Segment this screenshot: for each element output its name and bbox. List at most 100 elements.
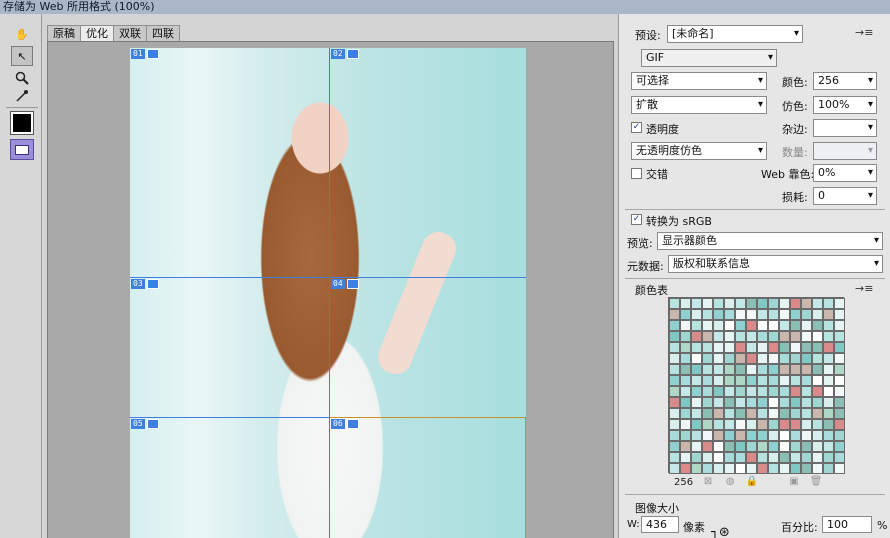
tab-original[interactable]: 原稿	[47, 25, 81, 41]
toggle-slice-visibility-button[interactable]	[10, 139, 34, 160]
color-swatch[interactable]	[779, 342, 790, 353]
color-swatch[interactable]	[735, 309, 746, 320]
color-swatch[interactable]	[757, 408, 768, 419]
color-swatch[interactable]	[812, 419, 823, 430]
color-swatch[interactable]	[779, 397, 790, 408]
color-swatch[interactable]	[834, 452, 845, 463]
color-swatch[interactable]	[768, 430, 779, 441]
color-swatch[interactable]	[790, 463, 801, 474]
color-swatch[interactable]	[669, 419, 680, 430]
color-swatch[interactable]	[801, 298, 812, 309]
color-swatch[interactable]	[768, 353, 779, 364]
color-swatch[interactable]	[735, 441, 746, 452]
color-swatch[interactable]	[812, 408, 823, 419]
color-swatch[interactable]	[812, 375, 823, 386]
color-swatch[interactable]	[812, 386, 823, 397]
color-swatch[interactable]	[746, 353, 757, 364]
color-swatch[interactable]	[801, 463, 812, 474]
color-swatch[interactable]	[724, 309, 735, 320]
color-swatch[interactable]	[757, 375, 768, 386]
color-swatch[interactable]	[812, 320, 823, 331]
convert-srgb-checkbox[interactable]	[631, 214, 642, 225]
metadata-dropdown[interactable]: 版权和联系信息	[668, 255, 883, 273]
color-swatch[interactable]	[834, 430, 845, 441]
color-swatch[interactable]	[834, 320, 845, 331]
web-shift-icon[interactable]: ◍	[723, 476, 737, 488]
color-swatch[interactable]	[801, 353, 812, 364]
color-swatch[interactable]	[669, 452, 680, 463]
lossy-dropdown[interactable]: 0	[813, 187, 877, 205]
color-swatch[interactable]	[746, 463, 757, 474]
color-swatch[interactable]	[735, 386, 746, 397]
color-swatch[interactable]	[779, 375, 790, 386]
color-swatch[interactable]	[757, 397, 768, 408]
dither-algorithm-dropdown[interactable]: 扩散	[631, 96, 767, 114]
color-swatch[interactable]	[790, 320, 801, 331]
percent-input[interactable]: 100	[822, 516, 872, 533]
format-dropdown[interactable]: GIF	[641, 49, 777, 67]
color-swatch[interactable]	[779, 364, 790, 375]
color-swatch[interactable]	[768, 386, 779, 397]
color-swatch[interactable]	[779, 309, 790, 320]
slice-06[interactable]: 06	[331, 419, 359, 429]
width-input[interactable]: 436	[641, 516, 679, 533]
color-swatch[interactable]	[790, 309, 801, 320]
color-swatch[interactable]	[834, 397, 845, 408]
color-swatch[interactable]	[790, 386, 801, 397]
color-swatch[interactable]	[713, 408, 724, 419]
color-swatch[interactable]	[790, 430, 801, 441]
color-swatch[interactable]	[735, 364, 746, 375]
color-swatch[interactable]	[713, 353, 724, 364]
color-swatch[interactable]	[779, 452, 790, 463]
color-swatch[interactable]	[768, 397, 779, 408]
color-swatch[interactable]	[768, 364, 779, 375]
color-swatch[interactable]	[812, 309, 823, 320]
color-swatch[interactable]	[746, 419, 757, 430]
color-swatch[interactable]	[702, 463, 713, 474]
color-swatch[interactable]	[702, 397, 713, 408]
color-swatch[interactable]	[702, 430, 713, 441]
color-swatch[interactable]	[746, 309, 757, 320]
color-swatch[interactable]	[669, 375, 680, 386]
color-swatch[interactable]	[713, 375, 724, 386]
color-swatch[interactable]	[757, 386, 768, 397]
color-swatch[interactable]	[801, 441, 812, 452]
color-table-menu-icon[interactable]: →≡	[855, 282, 873, 295]
color-swatch[interactable]	[669, 408, 680, 419]
lock-color-icon[interactable]: 🔒	[745, 476, 759, 488]
color-swatch[interactable]	[735, 419, 746, 430]
color-swatch[interactable]	[834, 386, 845, 397]
color-swatch[interactable]	[735, 463, 746, 474]
link-constrain-icon[interactable]: ┐⊛	[711, 525, 730, 538]
color-swatch[interactable]	[680, 353, 691, 364]
color-swatch[interactable]	[713, 298, 724, 309]
color-swatch[interactable]	[713, 463, 724, 474]
color-swatch[interactable]	[724, 386, 735, 397]
color-swatch[interactable]	[790, 408, 801, 419]
color-swatch[interactable]	[713, 452, 724, 463]
color-swatch[interactable]	[823, 419, 834, 430]
color-swatch[interactable]	[812, 331, 823, 342]
hand-tool[interactable]: ✋	[11, 24, 33, 44]
color-swatch[interactable]	[812, 397, 823, 408]
tab-optimized[interactable]: 优化	[80, 25, 114, 41]
slice-01[interactable]: 01	[131, 49, 159, 59]
color-swatch[interactable]	[801, 452, 812, 463]
color-swatch[interactable]	[724, 320, 735, 331]
color-swatch[interactable]	[779, 331, 790, 342]
color-swatch[interactable]	[669, 331, 680, 342]
color-swatch[interactable]	[735, 408, 746, 419]
color-swatch[interactable]	[691, 452, 702, 463]
color-swatch[interactable]	[834, 441, 845, 452]
color-swatch[interactable]	[691, 309, 702, 320]
color-swatch[interactable]	[801, 342, 812, 353]
color-swatch[interactable]	[713, 397, 724, 408]
color-swatch[interactable]	[823, 331, 834, 342]
color-swatch[interactable]	[680, 397, 691, 408]
color-swatch[interactable]	[757, 342, 768, 353]
color-swatch[interactable]	[680, 309, 691, 320]
color-swatch[interactable]	[757, 320, 768, 331]
color-swatch[interactable]	[823, 408, 834, 419]
color-swatch[interactable]	[713, 320, 724, 331]
color-swatch[interactable]	[801, 375, 812, 386]
